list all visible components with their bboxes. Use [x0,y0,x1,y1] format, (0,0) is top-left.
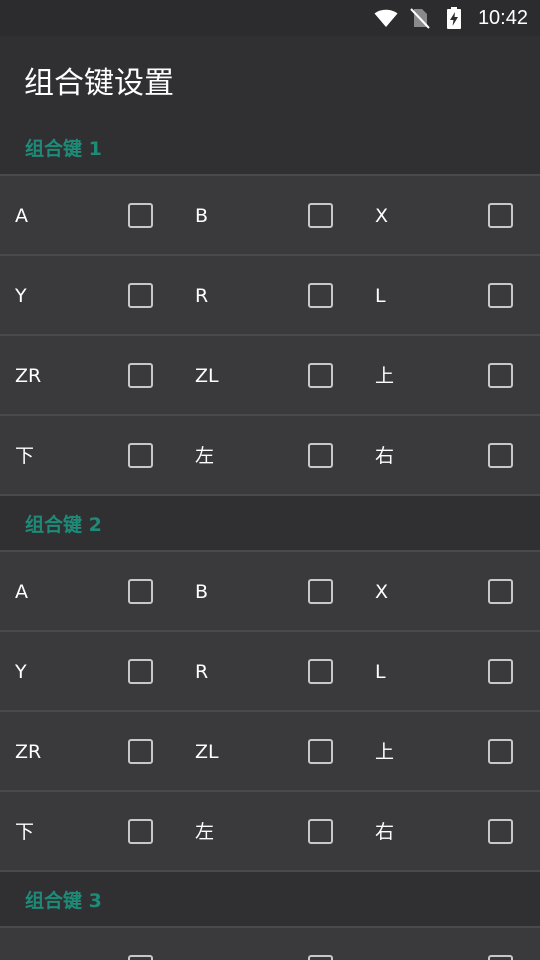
key-checkbox[interactable] [488,363,513,388]
key-checkbox[interactable] [488,443,513,468]
key-label: X [375,581,389,603]
key-row: YRL [0,632,540,712]
key-label: R [195,661,209,683]
key-label: L [375,285,386,307]
key-checkbox[interactable] [128,819,153,844]
key-checkbox[interactable] [128,203,153,228]
key-row: ZR ZL 上 [0,712,540,792]
key-checkbox[interactable] [308,955,333,960]
key-label: Y [15,285,27,307]
group-header-label: 组合键 1 [25,138,102,160]
key-label: 右 [375,821,395,843]
key-row: ZR ZL 上 [0,336,540,416]
key-checkbox[interactable] [128,363,153,388]
wifi-icon [374,6,398,30]
key-checkbox[interactable] [308,283,333,308]
key-checkbox[interactable] [128,443,153,468]
key-checkbox[interactable] [488,203,513,228]
key-label: B [195,581,209,603]
app-bar: 组合键设置 [0,36,540,120]
group-header: 组合键 2 [0,496,540,552]
key-label: 下 [15,445,35,467]
page-title: 组合键设置 [24,66,174,101]
key-checkbox[interactable] [488,739,513,764]
group-header: 组合键 1 [0,120,540,176]
key-row: ABX [0,552,540,632]
key-label: 上 [375,365,395,387]
key-checkbox[interactable] [308,203,333,228]
key-label: ZL [195,741,219,763]
key-label: ZR [15,365,42,387]
key-checkbox[interactable] [308,443,333,468]
key-checkbox[interactable] [308,819,333,844]
group-header-label: 组合键 2 [25,514,102,536]
key-checkbox[interactable] [128,659,153,684]
key-checkbox[interactable] [308,363,333,388]
key-label: 左 [195,821,215,843]
key-label: ZR [15,741,42,763]
key-checkbox[interactable] [308,739,333,764]
key-checkbox[interactable] [488,819,513,844]
key-checkbox[interactable] [488,659,513,684]
key-row: 下左右 [0,792,540,872]
key-label: 上 [375,741,395,763]
key-checkbox[interactable] [128,739,153,764]
key-label: ZL [195,365,219,387]
key-checkbox[interactable] [488,579,513,604]
key-checkbox[interactable] [308,659,333,684]
key-label: X [375,205,389,227]
key-label: L [375,661,386,683]
key-label: B [195,205,209,227]
group-header: 组合键 3 [0,872,540,928]
key-checkbox[interactable] [128,955,153,960]
key-label: 左 [195,445,215,467]
key-label: A [15,205,28,227]
key-checkbox[interactable] [308,579,333,604]
key-label: 下 [15,821,35,843]
key-row: 下左右 [0,416,540,496]
key-checkbox[interactable] [488,283,513,308]
key-checkbox[interactable] [128,579,153,604]
key-row: ABX [0,176,540,256]
settings-list[interactable]: 组合键 1 A B X Y R L ZR ZL 上下左右组合键 2 A B X Y R L ZR ZL 上下左右组合… [0,120,540,960]
no-sim-icon [408,6,432,30]
battery-charging-icon [442,6,466,30]
clock: 10:42 [477,6,528,29]
group-header-label: 组合键 3 [25,890,102,912]
key-row: ABX [0,928,540,960]
key-checkbox[interactable] [488,955,513,960]
key-checkbox[interactable] [128,283,153,308]
key-row: YRL [0,256,540,336]
status-bar: 10:42 [0,0,540,36]
key-label: 右 [375,445,395,467]
key-label: R [195,285,209,307]
status-icons: 10:42 [374,4,528,32]
key-label: A [15,581,28,603]
key-label: Y [15,661,27,683]
